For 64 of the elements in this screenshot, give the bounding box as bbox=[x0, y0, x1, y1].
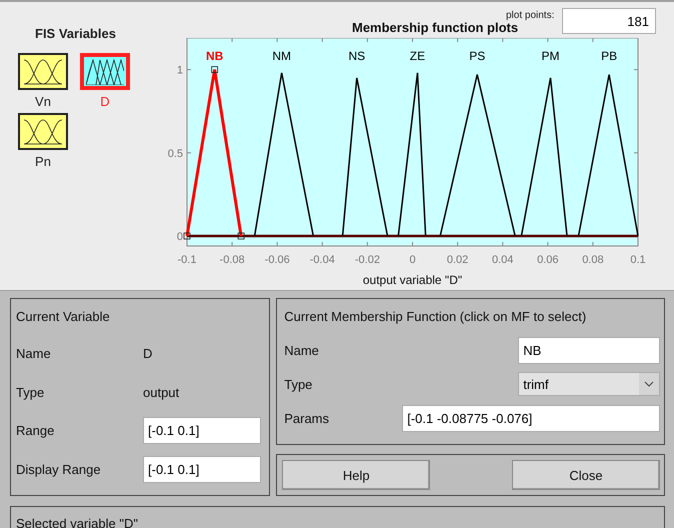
type-label: Type bbox=[16, 384, 46, 400]
membership-curve[interactable] bbox=[342, 77, 388, 236]
type-dropdown[interactable]: trimf bbox=[518, 372, 660, 396]
name-label: Name bbox=[284, 342, 320, 358]
plot-points-field[interactable]: 181 bbox=[562, 8, 656, 34]
vertex-handle[interactable] bbox=[211, 66, 218, 74]
bell-curves-icon bbox=[24, 58, 62, 86]
panel-title: Current Membership Function (click on MF to select) bbox=[284, 308, 588, 324]
variable-label: D bbox=[100, 94, 110, 109]
status-text: Selected variable "D" bbox=[16, 516, 138, 528]
type-value: output bbox=[143, 384, 180, 400]
display-range-label: Display Range bbox=[16, 462, 102, 477]
membership-curve[interactable] bbox=[254, 72, 314, 236]
variable-label: Pn bbox=[35, 154, 51, 169]
mf-label[interactable]: NB bbox=[206, 49, 224, 63]
variable-label: Vn bbox=[35, 94, 51, 109]
x-tick-label: -0.06 bbox=[264, 254, 290, 266]
variable-box[interactable] bbox=[18, 53, 68, 90]
range-field[interactable]: [-0.1 0.1] bbox=[143, 417, 261, 444]
x-axis-label: output variable "D" bbox=[362, 273, 462, 287]
x-tick-label: 0.1 bbox=[630, 254, 646, 266]
dialog-button[interactable]: Close bbox=[512, 460, 660, 490]
x-tick-label: 0.02 bbox=[446, 254, 468, 266]
name-label: Name bbox=[16, 346, 52, 360]
dialog-button[interactable]: Help bbox=[282, 460, 430, 490]
name-field[interactable]: NB bbox=[518, 336, 660, 364]
variable-box[interactable] bbox=[18, 113, 68, 150]
chart-title: Membership function plots bbox=[351, 20, 518, 37]
x-tick-label: 0.08 bbox=[582, 254, 604, 266]
params-label: Params bbox=[284, 410, 330, 426]
vertex-handle[interactable] bbox=[184, 232, 190, 240]
membership-curve[interactable] bbox=[439, 74, 516, 236]
y-tick-label: 0 bbox=[176, 231, 183, 244]
triangles-icon bbox=[86, 58, 124, 84]
mf-label[interactable]: PB bbox=[601, 49, 618, 63]
x-tick-label: 0.06 bbox=[537, 254, 558, 266]
mf-label[interactable]: ZE bbox=[410, 49, 426, 63]
panel-title: FIS Variables bbox=[35, 26, 117, 41]
membership-curve[interactable] bbox=[578, 74, 639, 236]
mf-label[interactable]: PM bbox=[542, 49, 560, 63]
plot-points-label: plot points: bbox=[506, 10, 556, 21]
range-label: Range bbox=[16, 423, 56, 438]
variable-box[interactable] bbox=[80, 53, 130, 90]
membership-curve[interactable] bbox=[520, 77, 568, 236]
panel-title: Current Variable bbox=[16, 308, 111, 324]
x-tick-label: 0 bbox=[409, 254, 416, 266]
y-tick-label: 1 bbox=[176, 64, 183, 77]
bell-curves-icon bbox=[24, 118, 62, 146]
mf-label[interactable]: NS bbox=[348, 49, 366, 63]
membership-curve[interactable] bbox=[398, 72, 426, 236]
x-tick-label: -0.1 bbox=[178, 254, 196, 266]
x-tick-label: -0.04 bbox=[310, 254, 335, 266]
type-label: Type bbox=[284, 376, 314, 392]
caret-icon bbox=[644, 381, 654, 387]
x-tick-label: -0.08 bbox=[220, 254, 245, 266]
params-field[interactable]: [-0.1 -0.08775 -0.076] bbox=[402, 404, 660, 432]
mf-label[interactable]: PS bbox=[469, 49, 486, 63]
display-range-field[interactable]: [-0.1 0.1] bbox=[143, 456, 261, 483]
x-tick-label: 0.04 bbox=[492, 254, 514, 266]
mf-label[interactable]: NM bbox=[272, 49, 292, 63]
name-value: D bbox=[143, 346, 154, 360]
x-tick-label: -0.02 bbox=[354, 254, 380, 266]
y-tick-label: 0.5 bbox=[168, 148, 183, 160]
vertex-handle[interactable] bbox=[238, 232, 245, 240]
